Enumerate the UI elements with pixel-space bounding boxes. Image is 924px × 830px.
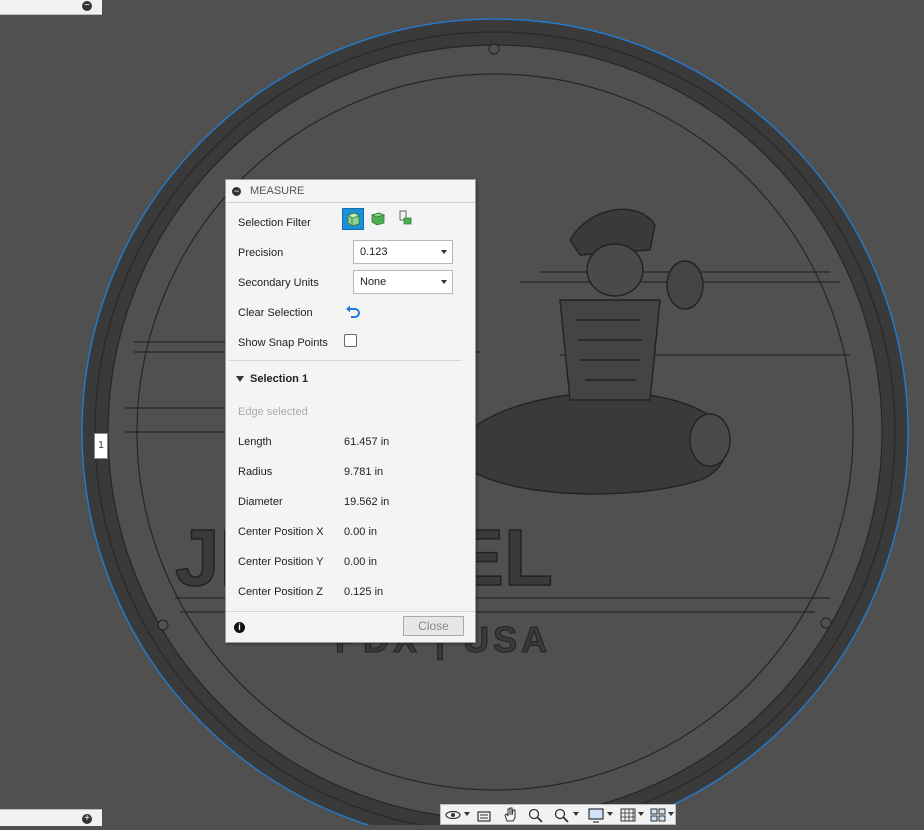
secondary-units-row: Secondary Units None bbox=[238, 270, 468, 294]
selection-section-title: Selection 1 bbox=[250, 373, 309, 385]
measurement-value: 61.457 in bbox=[344, 436, 390, 448]
measurement-row: Center Position Z 0.125 in bbox=[238, 583, 468, 603]
chevron-down-icon[interactable] bbox=[573, 812, 579, 816]
info-icon[interactable]: i bbox=[234, 622, 245, 633]
comments-panel-tab[interactable]: + bbox=[0, 809, 102, 826]
orbit-icon[interactable] bbox=[444, 806, 462, 824]
chevron-down-icon[interactable] bbox=[464, 812, 470, 816]
body-filter-icon bbox=[347, 212, 360, 227]
collapse-triangle-icon[interactable] bbox=[236, 376, 244, 383]
measurement-row: Center Position X 0.00 in bbox=[238, 523, 468, 543]
close-button[interactable]: Close bbox=[403, 616, 464, 636]
dialog-title: MEASURE bbox=[250, 185, 305, 197]
measurement-value: 19.562 in bbox=[344, 496, 390, 508]
measurement-row: Center Position Y 0.00 in bbox=[238, 553, 468, 573]
divider bbox=[229, 360, 461, 361]
chevron-down-icon[interactable] bbox=[638, 812, 644, 816]
display-settings-icon[interactable] bbox=[587, 806, 605, 824]
fit-icon[interactable] bbox=[553, 806, 571, 824]
collapse-icon[interactable]: − bbox=[232, 187, 241, 196]
edge-marker-text: 1 bbox=[98, 440, 104, 451]
pan-icon[interactable] bbox=[501, 806, 519, 824]
measurement-row: Length 61.457 in bbox=[238, 433, 468, 453]
look-at-icon[interactable] bbox=[475, 806, 493, 824]
browser-panel-tab[interactable]: − bbox=[0, 0, 102, 15]
selection-section-header[interactable]: Selection 1 bbox=[236, 373, 308, 385]
measurement-label: Diameter bbox=[238, 496, 283, 508]
expand-icon[interactable]: + bbox=[82, 814, 92, 824]
mount-hole-left bbox=[157, 619, 169, 631]
measurement-row: Radius 9.781 in bbox=[238, 463, 468, 483]
selection-filter-row: Selection Filter bbox=[238, 208, 468, 234]
show-snap-points-checkbox[interactable] bbox=[344, 334, 357, 347]
face-filter-icon bbox=[370, 212, 386, 226]
edge-label-marker: 1 bbox=[94, 433, 108, 459]
dialog-footer: i Close bbox=[226, 611, 475, 642]
measurement-value: 9.781 in bbox=[344, 466, 384, 478]
secondary-units-value: None bbox=[360, 276, 387, 288]
precision-row: Precision 0.123 bbox=[238, 240, 468, 264]
vertex-filter-icon bbox=[399, 210, 412, 225]
mount-hole-top bbox=[488, 43, 500, 55]
secondary-units-dropdown[interactable]: None bbox=[353, 270, 453, 294]
selection-status-row: Edge selected bbox=[238, 403, 468, 423]
measurement-label: Center Position X bbox=[238, 526, 324, 538]
measurement-label: Center Position Z bbox=[238, 586, 323, 598]
measurement-label: Radius bbox=[238, 466, 273, 478]
select-vertex-filter-button[interactable] bbox=[396, 208, 418, 230]
clear-selection-row: Clear Selection bbox=[238, 304, 468, 324]
precision-label: Precision bbox=[238, 247, 284, 259]
measurement-value: 0.00 in bbox=[344, 556, 378, 568]
measurement-value: 0.125 in bbox=[344, 586, 384, 598]
precision-dropdown[interactable]: 0.123 bbox=[353, 240, 453, 264]
mount-hole-right bbox=[820, 617, 832, 629]
measurement-label: Length bbox=[238, 436, 272, 448]
navigation-toolbar bbox=[440, 804, 676, 825]
show-snap-points-label: Show Snap Points bbox=[238, 337, 328, 349]
select-body-filter-button[interactable] bbox=[342, 208, 364, 230]
show-snap-points-row: Show Snap Points bbox=[238, 334, 468, 354]
precision-value: 0.123 bbox=[360, 246, 388, 258]
zoom-icon[interactable] bbox=[527, 806, 545, 824]
selection-status: Edge selected bbox=[238, 406, 308, 418]
chevron-down-icon bbox=[441, 250, 447, 254]
grid-icon[interactable] bbox=[619, 806, 637, 824]
secondary-units-label: Secondary Units bbox=[238, 277, 319, 289]
measurement-value: 0.00 in bbox=[344, 526, 378, 538]
chevron-down-icon[interactable] bbox=[607, 812, 613, 816]
select-face-filter-button[interactable] bbox=[368, 208, 390, 230]
rocket-shape bbox=[469, 391, 728, 495]
clear-selection-label: Clear Selection bbox=[238, 307, 313, 319]
collapse-icon[interactable]: − bbox=[82, 1, 92, 11]
measurement-label: Center Position Y bbox=[238, 556, 324, 568]
chevron-down-icon bbox=[441, 280, 447, 284]
chevron-down-icon[interactable] bbox=[668, 812, 674, 816]
selection-filter-label: Selection Filter bbox=[238, 217, 311, 229]
measure-dialog: − MEASURE Selection Filter Precision 0.1… bbox=[225, 179, 476, 643]
undo-arrow-icon[interactable] bbox=[344, 303, 362, 321]
viewports-icon[interactable] bbox=[649, 806, 667, 824]
measurement-row: Diameter 19.562 in bbox=[238, 493, 468, 513]
dialog-header[interactable]: − MEASURE bbox=[226, 180, 475, 203]
